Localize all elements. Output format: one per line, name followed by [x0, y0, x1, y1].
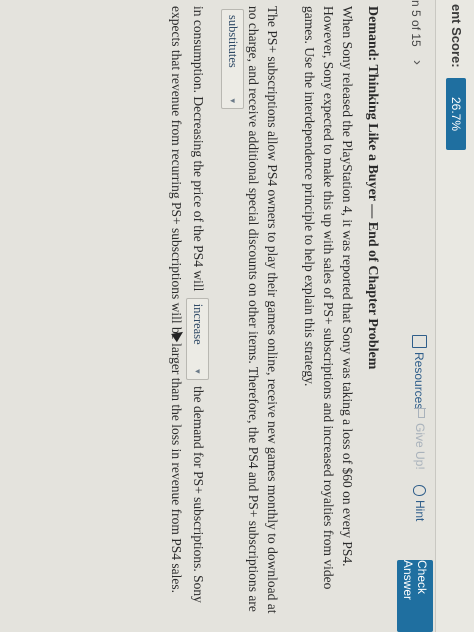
next-question-chevron-icon[interactable]: › — [409, 60, 426, 65]
give-up-button[interactable]: Give Up! — [413, 408, 427, 470]
chevron-down-icon: ▾ — [228, 98, 238, 103]
problem-title: Demand: Thinking Like a Buyer — End of C… — [365, 6, 380, 370]
check-answer-button[interactable]: Check Answer — [397, 560, 433, 632]
complements-substitutes-select[interactable]: substitutes ▾ — [221, 9, 244, 109]
problem-question: The PS+ subscriptions allow PS4 owners t… — [167, 6, 282, 621]
increase-decrease-select[interactable]: increase ▾ — [186, 297, 209, 380]
give-up-label: Give Up! — [413, 423, 427, 470]
lightbulb-icon — [413, 485, 427, 496]
question-text-part2: in consumption. Decreasing the price of … — [191, 6, 206, 292]
resources-label: Resources — [412, 352, 427, 410]
score-bar: ent Score: 26.7% — [436, 0, 474, 632]
document-icon — [412, 335, 427, 348]
flag-icon — [414, 408, 426, 419]
hint-label: Hint — [413, 500, 427, 522]
question-text-part1: The PS+ subscriptions allow PS4 owners t… — [246, 6, 280, 614]
problem-intro: When Sony released the PlayStation 4, it… — [302, 6, 355, 590]
chevron-down-icon: ▾ — [193, 369, 203, 374]
problem-body: Demand: Thinking Like a Buyer — End of C… — [167, 6, 382, 621]
screen: ent Score: 26.7% n 5 of 15 › Resources G… — [0, 0, 474, 632]
score-label: ent Score: — [449, 4, 464, 68]
select-value: increase — [191, 303, 205, 345]
score-value: 26.7% — [446, 78, 466, 150]
select-value: substitutes — [226, 15, 240, 68]
toolbar: n 5 of 15 › Resources Give Up! Hint Chec… — [393, 0, 436, 632]
resources-button[interactable]: Resources — [412, 335, 427, 409]
question-counter: n 5 of 15 — [409, 0, 423, 47]
hint-button[interactable]: Hint — [413, 485, 427, 521]
